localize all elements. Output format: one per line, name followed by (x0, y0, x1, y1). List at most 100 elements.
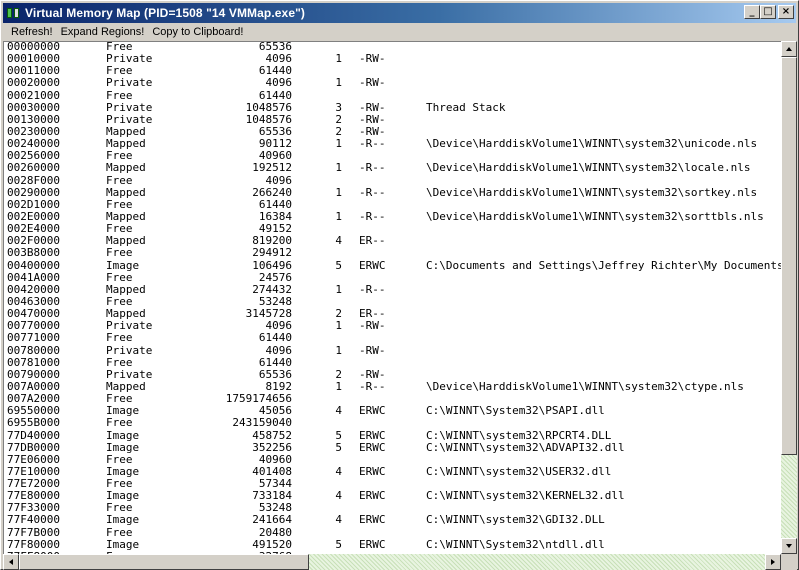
region-description: C:\Documents and Settings\Jeffrey Richte… (426, 258, 781, 272)
region-blocks: 1 (335, 319, 342, 333)
region-size: 61440 (258, 88, 292, 102)
region-state: Mapped (106, 161, 146, 175)
region-state: Private (106, 76, 153, 90)
region-description: \Device\HarddiskVolume1\WINNT\system32\l… (426, 161, 751, 175)
region-address: 00021000 (7, 88, 60, 102)
region-address: 00400000 (7, 258, 60, 272)
memory-region-row[interactable]: 00400000 Image 106496 5 ERWC C:\Documents and… (7, 258, 781, 272)
arrow-down-icon (786, 544, 792, 548)
size-grip[interactable] (781, 554, 797, 570)
region-protection: -R-- (359, 209, 386, 223)
region-state: Free (106, 416, 133, 430)
menu-copy-to-clipboard[interactable]: Copy to Clipboard! (148, 26, 247, 38)
region-protection: ERWC (359, 428, 386, 442)
menu-expand-regions[interactable]: Expand Regions! (57, 26, 149, 38)
region-blocks: 1 (335, 76, 342, 90)
memory-region-row[interactable]: 00290000 Mapped 266240 1 -R-- \Device\Harddis… (7, 185, 781, 199)
region-size: 61440 (258, 355, 292, 369)
memory-region-row[interactable]: 00780000 Private 4096 1 -RW- (7, 343, 781, 357)
region-address: 00780000 (7, 343, 60, 357)
region-blocks: 4 (335, 234, 342, 248)
minimize-button[interactable]: _ (744, 5, 760, 19)
memory-region-row[interactable]: 00021000 Free 61440 (7, 88, 781, 102)
region-blocks: 1 (335, 282, 342, 296)
scroll-down-button[interactable] (781, 538, 797, 554)
region-description: \Device\HarddiskVolume1\WINNT\system32\s… (426, 209, 764, 223)
region-description: C:\WINNT\System32\ntdll.dll (426, 537, 605, 551)
scroll-up-button[interactable] (781, 41, 797, 57)
close-button[interactable]: × (778, 5, 794, 19)
region-address: 6955B000 (7, 416, 60, 430)
region-state: Free (106, 355, 133, 369)
memory-region-row[interactable]: 6955B000 Free 243159040 (7, 417, 781, 429)
window-controls: _ □ × (744, 5, 794, 19)
region-size: 106496 (252, 258, 292, 272)
vertical-scroll-thumb[interactable] (781, 57, 797, 455)
vertical-scrollbar[interactable] (781, 41, 797, 554)
horizontal-scrollbar[interactable] (3, 554, 781, 570)
region-size: 24576 (258, 270, 292, 284)
region-blocks: 1 (335, 137, 342, 151)
region-size: 243159040 (232, 416, 292, 430)
vmmap-app-icon[interactable] (7, 6, 21, 20)
region-blocks: 4 (335, 489, 342, 503)
region-size: 4096 (265, 76, 293, 90)
region-size: 458752 (252, 428, 292, 442)
region-protection: ERWC (359, 404, 386, 418)
memory-region-row[interactable]: 77F7B000 Free 20480 (7, 525, 781, 539)
region-blocks: 5 (335, 258, 342, 272)
memory-region-row[interactable]: 77DB0000 Image 352256 5 ERWC C:\WINNT\system3… (7, 440, 781, 454)
region-protection: ERWC (359, 258, 386, 272)
region-address: 77F7B000 (7, 525, 60, 539)
region-description: \Device\HarddiskVolume1\WINNT\system32\s… (426, 185, 758, 199)
region-protection: -R-- (359, 185, 386, 199)
region-size: 20480 (258, 525, 292, 539)
region-description: \Device\HarddiskVolume1\WINNT\system32\u… (426, 137, 758, 151)
arrow-up-icon (786, 47, 792, 51)
memory-region-row[interactable]: 0041A000 Free 24576 (7, 270, 781, 284)
region-size: 4096 (265, 173, 293, 187)
region-blocks: 4 (335, 464, 342, 478)
memory-region-row[interactable]: 00260000 Mapped 192512 1 -R-- \Device\Harddis… (7, 162, 781, 174)
region-size: 241664 (252, 513, 292, 527)
region-blocks: 4 (335, 404, 342, 418)
region-protection: ERWC (359, 440, 386, 454)
region-protection: -RW- (359, 343, 386, 357)
region-protection: -R-- (359, 379, 386, 393)
region-blocks: 1 (335, 185, 342, 199)
region-state: Image (106, 428, 140, 442)
maximize-button[interactable]: □ (760, 5, 776, 19)
region-address: 0041A000 (7, 270, 60, 284)
memory-region-row[interactable]: 003B8000 Free 294912 (7, 247, 781, 259)
region-size: 294912 (252, 246, 292, 260)
region-blocks: 1 (335, 343, 342, 357)
memory-region-row[interactable]: 00020000 Private 4096 1 -RW- (7, 77, 781, 89)
menu-refresh[interactable]: Refresh! (7, 26, 57, 38)
region-size: 192512 (252, 161, 292, 175)
region-size: 352256 (252, 440, 292, 454)
region-state: Free (106, 88, 133, 102)
region-state: Image (106, 440, 140, 454)
memory-map-listbox[interactable]: 00000000 Free 65536 00010000 Private 4096 1 -RW… (3, 41, 781, 554)
region-state: Free (106, 525, 133, 539)
region-protection: -R-- (359, 137, 386, 151)
horizontal-scroll-thumb[interactable] (19, 554, 309, 570)
region-description: C:\WINNT\system32\GDI32.DLL (426, 513, 605, 527)
memory-region-row[interactable]: 0028F000 Free 4096 (7, 173, 781, 187)
memory-region-row[interactable]: 77F40000 Image 241664 4 ERWC C:\WINNT\system3… (7, 514, 781, 526)
title-bar[interactable]: Virtual Memory Map (PID=1508 "14 VMMap.e… (3, 3, 796, 23)
scroll-right-button[interactable] (765, 554, 781, 570)
window-title: Virtual Memory Map (PID=1508 "14 VMMap.e… (25, 6, 305, 20)
memory-region-row[interactable]: 00771000 Free 61440 (7, 332, 781, 344)
region-blocks: 5 (335, 440, 342, 454)
vmmap-window: Virtual Memory Map (PID=1508 "14 VMMap.e… (0, 0, 799, 570)
region-protection: -RW- (359, 52, 386, 66)
region-state: Free (106, 331, 133, 345)
scroll-left-button[interactable] (3, 554, 19, 570)
region-size: 61440 (258, 331, 292, 345)
region-blocks: 1 (335, 379, 342, 393)
region-state: Private (106, 343, 153, 357)
memory-region-row[interactable]: 00781000 Free 61440 (7, 355, 781, 369)
memory-region-row[interactable]: 77D40000 Image 458752 5 ERWC C:\WINNT\system3… (7, 428, 781, 442)
region-protection: -RW- (359, 76, 386, 90)
